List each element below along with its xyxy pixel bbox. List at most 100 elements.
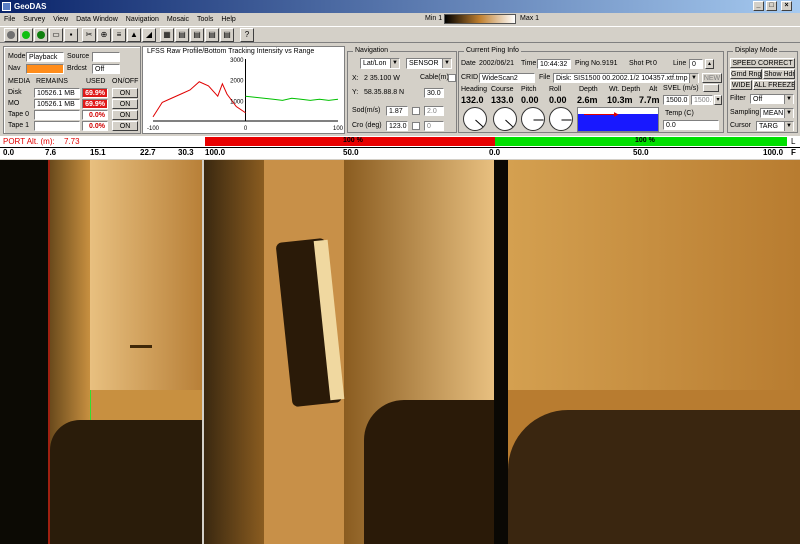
- chevron-down-icon: ▼: [689, 74, 698, 83]
- stop-icon[interactable]: [4, 28, 18, 42]
- cro-set-field[interactable]: 0: [424, 121, 444, 131]
- help-icon[interactable]: ?: [240, 28, 254, 42]
- port-sonar-image[interactable]: [0, 160, 202, 544]
- new-file-button[interactable]: NEW: [702, 73, 722, 83]
- sampling-select[interactable]: MEAN ▼: [760, 108, 794, 118]
- svel-slider[interactable]: [703, 84, 719, 92]
- media-row-toggle[interactable]: ON: [112, 110, 138, 120]
- chevron-down-icon: ▼: [390, 59, 399, 68]
- ping-info-group: Current Ping Info Date 2002/06/21 Time 1…: [458, 47, 724, 133]
- filter-select[interactable]: Off ▼: [750, 94, 794, 104]
- ping-no-value: 9191: [602, 60, 618, 67]
- range-tick: 100.0: [205, 148, 226, 157]
- media-row-name: Tape 0: [8, 111, 30, 118]
- port-alt-label: PORT Alt. (m):: [3, 137, 55, 146]
- ping-no-label: Ping No.: [575, 60, 602, 67]
- crid-label: CRID: [461, 74, 479, 81]
- cursor-select[interactable]: TARG ▼: [756, 121, 794, 131]
- range-tick: 0.0: [489, 148, 501, 157]
- waveform-icon[interactable]: ▲: [127, 28, 141, 42]
- mode-field: Playback: [26, 52, 64, 62]
- layers-icon[interactable]: ≡: [112, 28, 126, 42]
- cro-checkbox[interactable]: [412, 122, 420, 130]
- file-label: File: [539, 74, 551, 81]
- all-freeze-button[interactable]: ALL FREEZE: [753, 80, 795, 90]
- cut-icon[interactable]: ✂: [82, 28, 96, 42]
- wt-depth-label: Wt. Depth: [609, 86, 641, 93]
- cursor-label: Cursor: [730, 122, 752, 129]
- sod-set-field[interactable]: 2.0: [424, 106, 444, 116]
- filter-label: Filter: [730, 95, 746, 102]
- svel-spin-icon[interactable]: ▾: [714, 95, 722, 105]
- menu-mosaic[interactable]: Mosaic: [163, 14, 193, 26]
- title-bar: GeoDAS _ □ ×: [0, 0, 800, 13]
- svel-field-2[interactable]: 1500.0: [691, 95, 713, 105]
- temp-field[interactable]: 0.0: [663, 120, 719, 130]
- toolbar: ▭ ▪ ✂ ⊕ ≡ ▲ ◢ ▦ ▤ ▤ ▤ ▤ ?: [0, 26, 800, 43]
- menu-data-window[interactable]: Data Window: [72, 14, 122, 26]
- main-scale-bar: 100 % 100 % L 100.0 50.0 0.0 50.0 100.0 …: [203, 136, 800, 159]
- range-tick: 50.0: [343, 148, 359, 157]
- open-folder-icon[interactable]: ▭: [49, 28, 63, 42]
- port-tick: 22.7: [140, 148, 156, 157]
- line-field[interactable]: 0: [689, 59, 703, 69]
- nav-source-select[interactable]: SENSOR ▼: [406, 58, 452, 69]
- save-icon[interactable]: ▪: [64, 28, 78, 42]
- minimize-button[interactable]: _: [753, 1, 764, 11]
- right-letter: F: [791, 148, 796, 157]
- cable-field[interactable]: 30.0: [424, 88, 444, 98]
- svel-field[interactable]: 1500.0: [663, 95, 689, 105]
- wide-button[interactable]: WIDE: [730, 80, 752, 90]
- line-spin-icon[interactable]: ▴: [705, 59, 714, 69]
- speed-correct-button[interactable]: SPEED CORRECT: [730, 58, 795, 68]
- port-alt-value: 7.73: [64, 137, 80, 146]
- heading-compass-icon: [463, 107, 487, 131]
- media-header: MEDIA: [8, 78, 31, 85]
- ping-info-title: Current Ping Info: [464, 47, 521, 54]
- show-hdr-button[interactable]: Show Hdr: [763, 69, 795, 79]
- brcast-field: Off: [92, 64, 120, 74]
- play-icon[interactable]: [34, 28, 48, 42]
- coord-mode-select[interactable]: Lat/Lon ▼: [360, 58, 400, 69]
- print-icon[interactable]: ▤: [205, 28, 219, 42]
- grid-icon[interactable]: ▦: [160, 28, 174, 42]
- media-row-toggle[interactable]: ON: [112, 121, 138, 131]
- roll-label: Roll: [549, 86, 562, 93]
- nav-label: Nav: [8, 65, 21, 72]
- print-icon[interactable]: ▤: [190, 28, 204, 42]
- cro-field: 123.0: [386, 121, 408, 131]
- maximize-button[interactable]: □: [766, 1, 777, 11]
- x-value: 2 35.100 W: [364, 75, 400, 82]
- heading-value: 132.0: [461, 95, 484, 105]
- port-tick: 7.6: [45, 148, 57, 157]
- close-button[interactable]: ×: [781, 1, 792, 11]
- depth-profile-display: ▶: [577, 107, 659, 132]
- main-sonar-image[interactable]: [204, 160, 800, 544]
- media-row-toggle[interactable]: ON: [112, 99, 138, 109]
- media-row-toggle[interactable]: ON: [112, 88, 138, 98]
- crid-field[interactable]: WideScan2: [479, 73, 535, 83]
- menu-survey[interactable]: Survey: [19, 14, 49, 26]
- print-icon[interactable]: ▤: [220, 28, 234, 42]
- grnd-rng-button[interactable]: Grnd Rng: [730, 69, 762, 79]
- menu-tools[interactable]: Tools: [193, 14, 217, 26]
- menu-file[interactable]: File: [0, 14, 19, 26]
- media-panel: Mode Playback Source Nav Brdcst Off MEDI…: [3, 46, 141, 134]
- media-row-remains: [34, 121, 80, 131]
- sod-checkbox[interactable]: [412, 107, 420, 115]
- menu-view[interactable]: View: [49, 14, 72, 26]
- cable-checkbox[interactable]: [448, 74, 456, 82]
- depth-label: Depth: [579, 86, 598, 93]
- print-icon[interactable]: ▤: [175, 28, 189, 42]
- anchor-icon[interactable]: ⊕: [97, 28, 111, 42]
- port-gain-value: 100 %: [343, 137, 363, 144]
- menu-help[interactable]: Help: [217, 14, 239, 26]
- file-select[interactable]: Disk: SIS1500 00.2002.1/2 104357.xtf.tmp…: [553, 73, 699, 83]
- sampling-label: Sampling: [730, 109, 760, 116]
- menu-navigation[interactable]: Navigation: [122, 14, 163, 26]
- brcast-label: Brdcst: [67, 65, 87, 72]
- terrain-icon[interactable]: ◢: [142, 28, 156, 42]
- record-icon[interactable]: [19, 28, 33, 42]
- used-header: USED: [86, 78, 106, 85]
- temp-label: Temp (C): [665, 110, 694, 117]
